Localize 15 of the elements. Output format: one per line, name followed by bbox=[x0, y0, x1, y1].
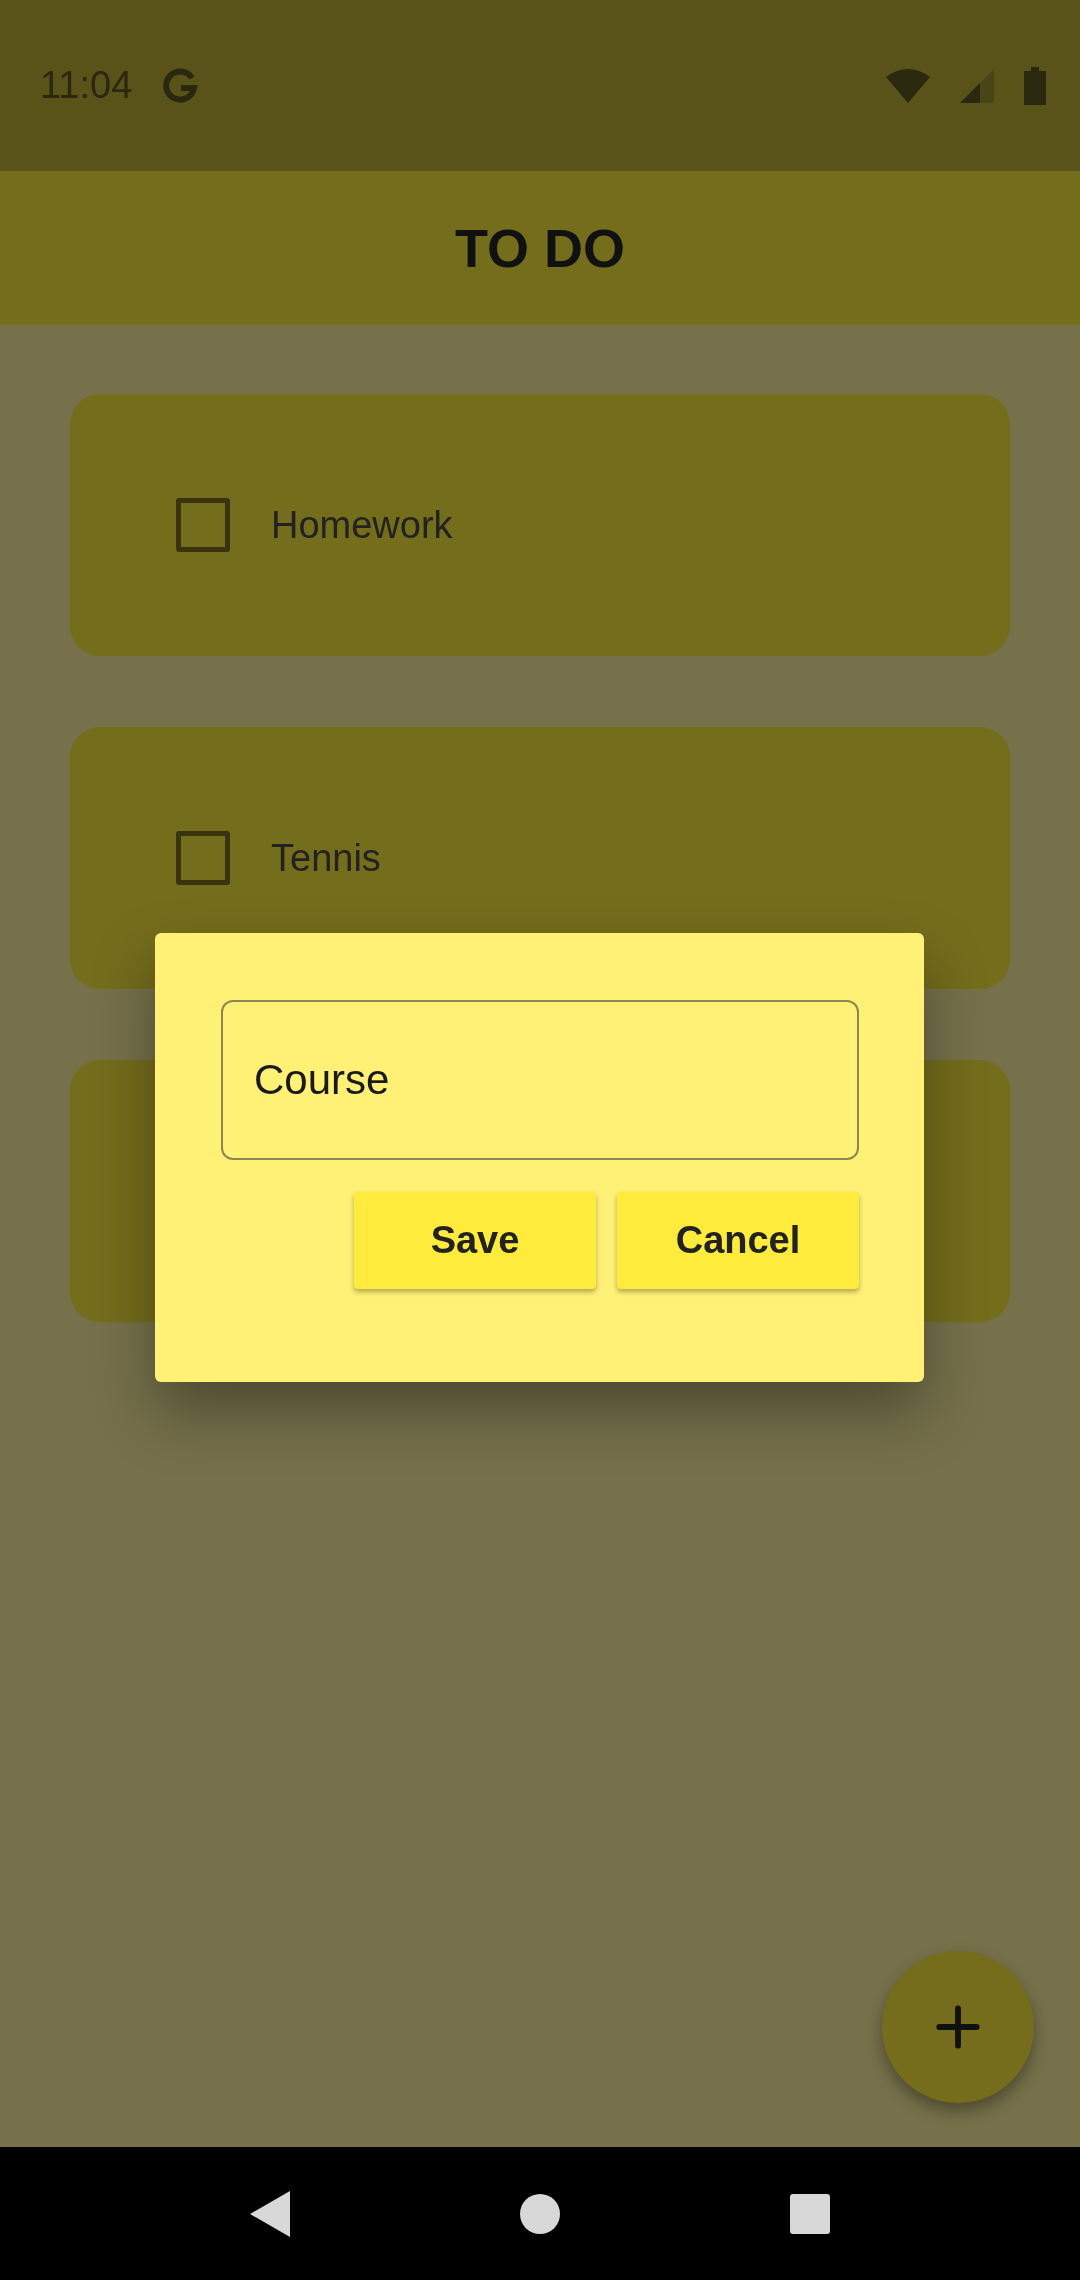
battery-icon bbox=[1024, 66, 1046, 105]
task-label: Homework bbox=[271, 503, 453, 547]
back-icon[interactable] bbox=[250, 2190, 290, 2237]
checkbox[interactable] bbox=[176, 498, 230, 552]
wifi-icon bbox=[886, 68, 930, 103]
checkbox[interactable] bbox=[176, 831, 230, 885]
task-label: Tennis bbox=[271, 836, 381, 880]
cancel-button[interactable]: Cancel bbox=[617, 1192, 859, 1289]
input-field[interactable]: Course bbox=[221, 1000, 859, 1160]
recents-icon[interactable] bbox=[790, 2193, 830, 2234]
home-icon[interactable] bbox=[520, 2193, 560, 2234]
save-button[interactable]: Save bbox=[354, 1192, 596, 1289]
g-logo-icon bbox=[162, 67, 199, 104]
signal-icon bbox=[960, 68, 994, 103]
app-title: TO DO bbox=[455, 217, 625, 279]
